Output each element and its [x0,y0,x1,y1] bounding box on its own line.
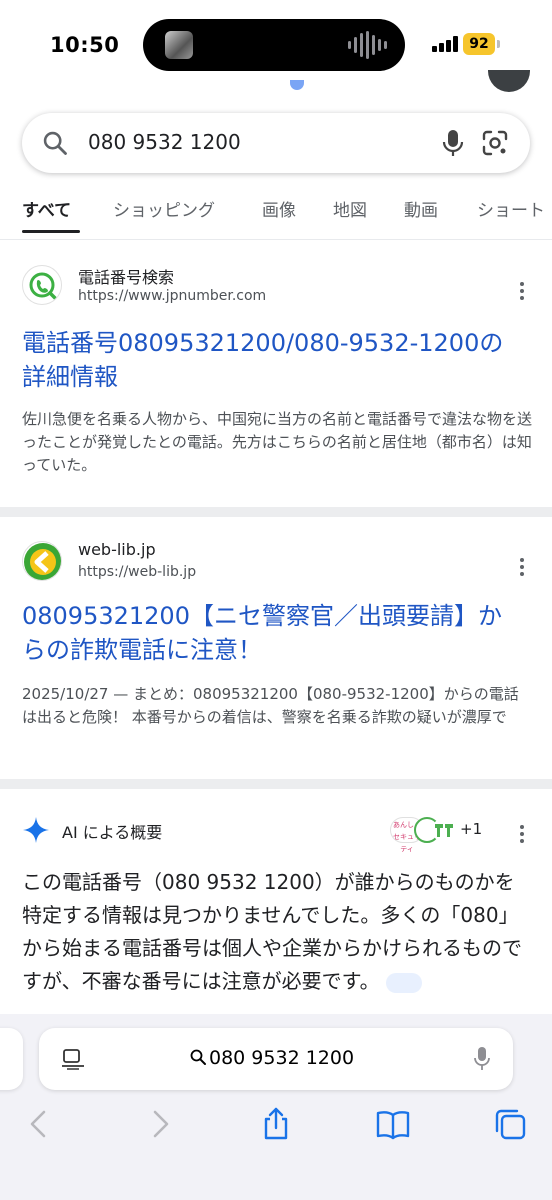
result-snippet: 佐川急便を名乗る人物から、中国宛に当方の名前と電話番号で違法な物を送ったことが発… [22,410,533,474]
address-bar[interactable]: 080 9532 1200 [39,1028,513,1090]
search-query-text[interactable]: 080 9532 1200 [88,130,241,154]
search-icon [43,131,67,155]
tab-images[interactable]: 画像 [262,196,296,221]
link-icon[interactable] [385,972,422,993]
search-box[interactable]: 080 9532 1200 [22,113,530,173]
tab-shorts[interactable]: ショート [477,196,545,221]
status-time: 10:50 [50,33,120,57]
ai-overview-text: この電話番号（080 9532 1200）が誰からのものかを特定する情報は見つか… [22,866,532,1016]
tabs-overview-icon[interactable] [492,1106,528,1142]
search-result: 電話番号検索 https://www.jpnumber.com 電話番号0809… [0,241,552,507]
microphone-icon[interactable] [473,1046,491,1072]
more-sources-count: +1 [460,820,483,838]
phone-search-icon [29,272,58,301]
google-logo-peek [290,80,304,90]
bookmarks-icon[interactable] [375,1106,411,1142]
source-favicon [432,818,456,842]
ai-overview-body: この電話番号（080 9532 1200）が誰からのものかを特定する情報は見つか… [22,870,522,993]
tab-maps[interactable]: 地図 [333,196,367,221]
cellular-signal-icon [432,36,460,52]
ai-sparkle-icon [23,817,49,843]
result-title-link[interactable]: 08095321200【ニセ警察官／出頭要請】からの詐欺電話に注意！ [22,599,522,667]
result-site-name[interactable]: 電話番号検索 [78,264,174,288]
site-favicon [22,541,62,581]
address-text[interactable]: 080 9532 1200 [189,1047,354,1069]
tabs-divider [0,239,552,240]
web-lib-logo-icon [24,543,61,580]
site-favicon [22,265,62,305]
results-separator [0,507,552,517]
search-tabs: すべて ショッピング 画像 地図 動画 ショート [0,190,552,240]
back-arrow-icon[interactable] [22,1106,58,1142]
result-title-link[interactable]: 電話番号08095321200/080-9532-1200の詳細情報 [22,326,522,394]
forward-arrow-icon[interactable] [141,1106,177,1142]
search-icon [190,1049,206,1065]
battery-indicator: 92 [463,33,495,55]
ai-overview-label: AI による概要 [62,823,163,842]
voice-search-icon[interactable] [441,128,465,158]
account-avatar[interactable] [488,70,530,92]
search-result: web-lib.jp https://web-lib.jp 0809532120… [0,517,552,779]
more-options-icon[interactable] [512,822,532,846]
result-site-name[interactable]: web-lib.jp [78,540,156,559]
audio-waveform-icon [348,30,387,60]
more-options-icon[interactable] [512,555,532,579]
page-menu-icon[interactable] [61,1048,85,1070]
status-bar: 10:50 92 [0,0,552,96]
active-tab-indicator [22,230,80,233]
result-snippet: 2025/10/27 — まとめ：08095321200【080-9532-12… [22,685,519,726]
tab-shopping[interactable]: ショッピング [113,196,215,221]
more-options-icon[interactable] [512,279,532,303]
google-lens-icon[interactable] [480,128,510,158]
result-url[interactable]: https://web-lib.jp [78,564,196,580]
address-query: 080 9532 1200 [209,1047,355,1069]
now-playing-thumbnail [165,31,193,59]
result-url[interactable]: https://www.jpnumber.com [78,288,266,304]
share-icon[interactable] [258,1106,294,1142]
safari-toolbar: 080 9532 1200 [0,1014,552,1200]
tab-all[interactable]: すべて [22,196,71,221]
tab-videos[interactable]: 動画 [404,196,438,221]
battery-tip [497,40,500,48]
results-separator [0,779,552,789]
dynamic-island[interactable] [143,19,405,71]
previous-tab-preview[interactable] [0,1028,23,1090]
